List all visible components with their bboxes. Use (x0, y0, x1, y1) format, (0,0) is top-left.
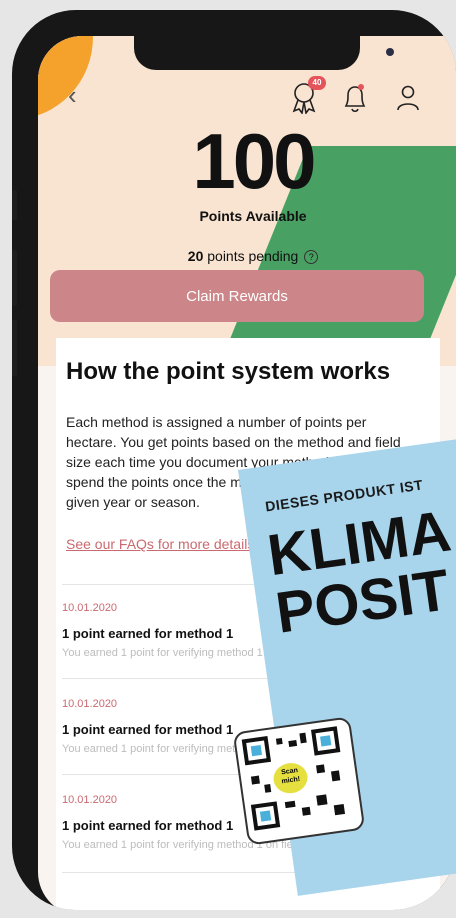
phone-side-button (12, 190, 17, 220)
back-chevron-icon[interactable]: ‹ (68, 82, 77, 108)
camera-icon (386, 48, 394, 56)
points-value: 100 (192, 117, 316, 205)
pending-value: 20 (187, 248, 204, 264)
phone-side-button (12, 250, 17, 306)
faq-link[interactable]: See our FAQs for more details (66, 536, 254, 552)
phone-side-button (12, 320, 17, 376)
bell-icon[interactable] (341, 82, 369, 114)
phone-notch (134, 36, 394, 70)
pending-points: 20 points pending ? (38, 248, 456, 265)
pending-label: points pending (203, 248, 299, 264)
info-title: How the point system works (66, 358, 391, 385)
points-label: Points Available (199, 208, 307, 224)
user-icon[interactable] (394, 82, 422, 114)
claim-rewards-button[interactable]: Claim Rewards (50, 270, 424, 322)
qr-code: Scan mich! (232, 716, 366, 846)
help-circle-icon[interactable]: ? (304, 250, 319, 265)
badge-count: 40 (308, 76, 326, 90)
